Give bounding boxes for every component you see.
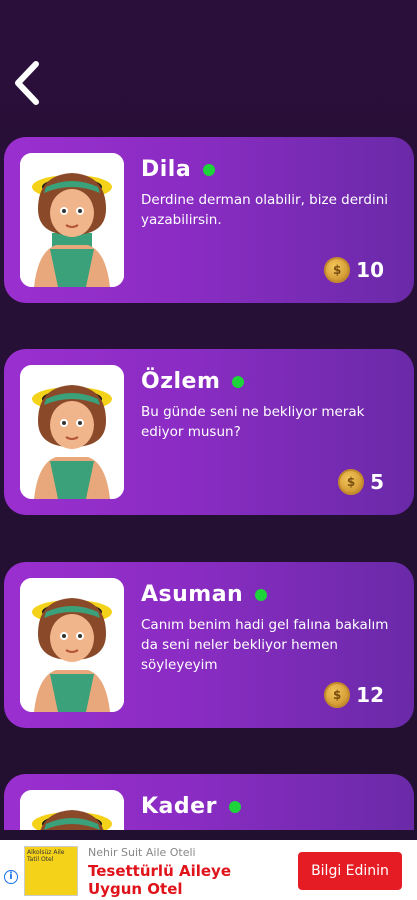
reader-name: Asuman [141, 582, 268, 607]
reader-card[interactable]: Özlem Bu günde seni ne bekliyor merak ed… [4, 349, 414, 515]
reader-name: Özlem [141, 369, 245, 394]
info-icon[interactable]: i [4, 870, 18, 884]
reader-name-text: Kader [141, 794, 217, 819]
reader-card[interactable]: Dila Derdine derman olabilir, bize derdi… [4, 137, 414, 303]
coin-icon: $ [324, 682, 351, 708]
reader-card[interactable]: Kader [4, 774, 414, 830]
coin-icon: $ [324, 257, 351, 283]
reader-description: Derdine derman olabilir, bize derdini ya… [141, 192, 389, 228]
ad-headline[interactable]: Tesettürlü Aileye Uygun Otel [88, 862, 288, 898]
online-status-indicator [228, 800, 241, 813]
chevron-left-icon [15, 61, 39, 105]
ad-banner[interactable]: i Alkolsüz Aile Tatil Otel Nehir Suit Ai… [0, 840, 417, 900]
reader-name: Dila [141, 157, 216, 182]
back-button[interactable] [10, 58, 46, 108]
reader-list: Dila Derdine derman olabilir, bize derdi… [0, 0, 417, 830]
online-status-indicator [232, 375, 245, 388]
online-status-indicator [203, 163, 216, 176]
price-value: 12 [356, 683, 384, 707]
online-status-indicator [255, 588, 268, 601]
price-value: 5 [370, 470, 384, 494]
ad-cta-button[interactable]: Bilgi Edinin [298, 852, 402, 890]
reader-price: $ 10 [324, 257, 384, 283]
reader-description: Bu günde seni ne bekliyor merak ediyor m… [141, 404, 365, 440]
reader-name-text: Asuman [141, 582, 244, 607]
reader-name-text: Özlem [141, 369, 221, 394]
reader-avatar [20, 578, 124, 712]
reader-avatar [20, 153, 124, 287]
ad-advertiser: Nehir Suit Aile Oteli [88, 846, 196, 859]
coin-icon: $ [338, 469, 365, 495]
price-value: 10 [356, 258, 384, 282]
reader-description: Canım benim hadi gel falına bakalım da s… [141, 617, 389, 673]
reader-price: $ 5 [338, 469, 384, 495]
reader-price: $ 12 [324, 682, 384, 708]
ad-thumbnail-text: Alkolsüz Aile Tatil Otel [27, 849, 65, 863]
reader-avatar [20, 790, 124, 830]
reader-name: Kader [141, 794, 241, 819]
reader-avatar [20, 365, 124, 499]
reader-card[interactable]: Asuman Canım benim hadi gel falına bakal… [4, 562, 414, 728]
ad-thumbnail[interactable]: Alkolsüz Aile Tatil Otel [24, 846, 78, 896]
reader-name-text: Dila [141, 157, 192, 182]
